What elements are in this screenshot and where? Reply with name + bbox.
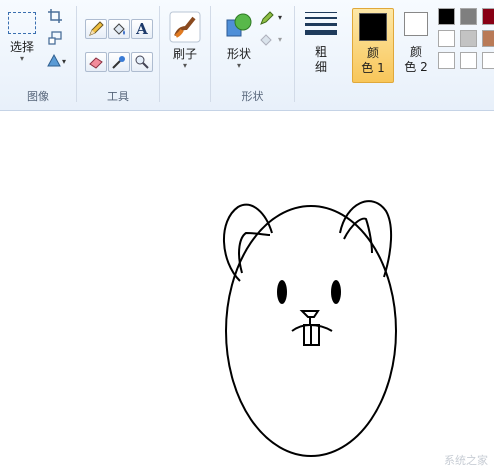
left-ear [223,203,273,282]
outline-pencil-icon: ▾ [260,11,282,25]
right-inner-ear [343,217,373,254]
color2-button[interactable]: 颜 色 2 [398,8,434,83]
text-button[interactable]: A [131,19,153,39]
size-button[interactable]: 粗 细 [300,8,342,83]
size-label-line2: 细 [314,60,327,74]
svg-text:▾: ▾ [62,57,66,66]
palette-swatch[interactable] [482,52,494,69]
shapes-group-label: 形状 [241,90,264,103]
palette-swatch[interactable] [460,8,477,25]
crop-icon [48,9,62,23]
tools-group-label: 工具 [107,90,129,103]
palette-swatch[interactable] [460,30,477,47]
magnifier-button[interactable] [131,52,153,72]
color1-button[interactable]: 颜 色 1 [352,8,394,83]
size-label-line1: 粗 [314,45,327,59]
palette-swatch[interactable] [482,8,494,25]
palette-swatch[interactable] [438,52,455,69]
color-picker-button[interactable] [108,52,130,72]
image-group: 选择 ▾ ▾ 图像 [0,0,76,110]
pencil-icon [89,21,104,36]
color-palette [438,8,494,74]
chevron-down-icon: ▾ [19,54,24,63]
rotate-button[interactable]: ▾ [45,52,71,70]
separator [294,6,295,102]
outline-button[interactable]: ▾ [259,10,289,28]
brush-icon [169,11,201,43]
color1-label-line2: 色 1 [361,61,385,75]
eyedropper-icon [112,56,125,69]
line-width-icon [305,12,337,35]
brushes-button[interactable]: 刷子 ▾ [164,8,206,83]
resize-icon [48,31,62,45]
shapes-label: 形状 [226,47,251,61]
drawing-canvas[interactable] [0,111,494,474]
svg-text:▾: ▾ [278,35,282,44]
color1-swatch [359,13,387,41]
shapes-button[interactable]: 形状 ▾ [221,8,257,83]
chevron-down-icon: ▾ [182,61,187,70]
image-group-label: 图像 [27,90,49,103]
left-eye [277,280,287,304]
magnifier-icon [135,55,149,69]
select-button[interactable]: 选择 ▾ [3,8,41,78]
palette-swatch[interactable] [482,30,494,47]
right-tooth [310,324,320,346]
chevron-down-icon: ▾ [236,61,241,70]
eraser-icon [89,57,103,69]
hamster-drawing [223,200,397,457]
brushes-label: 刷子 [172,47,197,61]
rotate-icon: ▾ [47,53,66,67]
color2-label-line1: 颜 [409,45,422,59]
paint-bucket-icon [113,23,125,35]
fill-button[interactable] [108,19,130,39]
eraser-button[interactable] [85,52,107,72]
color1-label-line1: 颜 [366,46,379,60]
select-rect-icon [8,12,36,34]
palette-swatch[interactable] [438,8,455,25]
svg-text:▾: ▾ [278,13,282,22]
text-a-icon: A [136,20,148,38]
left-tooth [303,324,312,346]
nose [299,310,320,318]
tools-group: A 工具 [77,0,159,110]
resize-button[interactable] [47,30,65,48]
right-eye [331,280,341,304]
select-label: 选择 [9,40,34,54]
watermark: 系统之家 [444,454,488,467]
ribbon: 选择 ▾ ▾ 图像 A 工具 刷子 ▾ 形状 ▾ ▾ ▾ 形状 粗 细 颜 色 … [0,0,494,111]
shapes-icon [226,13,252,37]
color2-label-line2: 色 2 [404,60,428,74]
palette-swatch[interactable] [438,30,455,47]
shapes-group: 形状 ▾ ▾ ▾ 形状 [211,0,294,110]
fill-style-button[interactable]: ▾ [259,32,289,50]
pencil-button[interactable] [85,19,107,39]
fill-bucket-icon: ▾ [260,34,282,46]
crop-button[interactable] [47,8,65,26]
color2-swatch [404,12,428,36]
separator [159,6,160,102]
palette-swatch[interactable] [460,52,477,69]
